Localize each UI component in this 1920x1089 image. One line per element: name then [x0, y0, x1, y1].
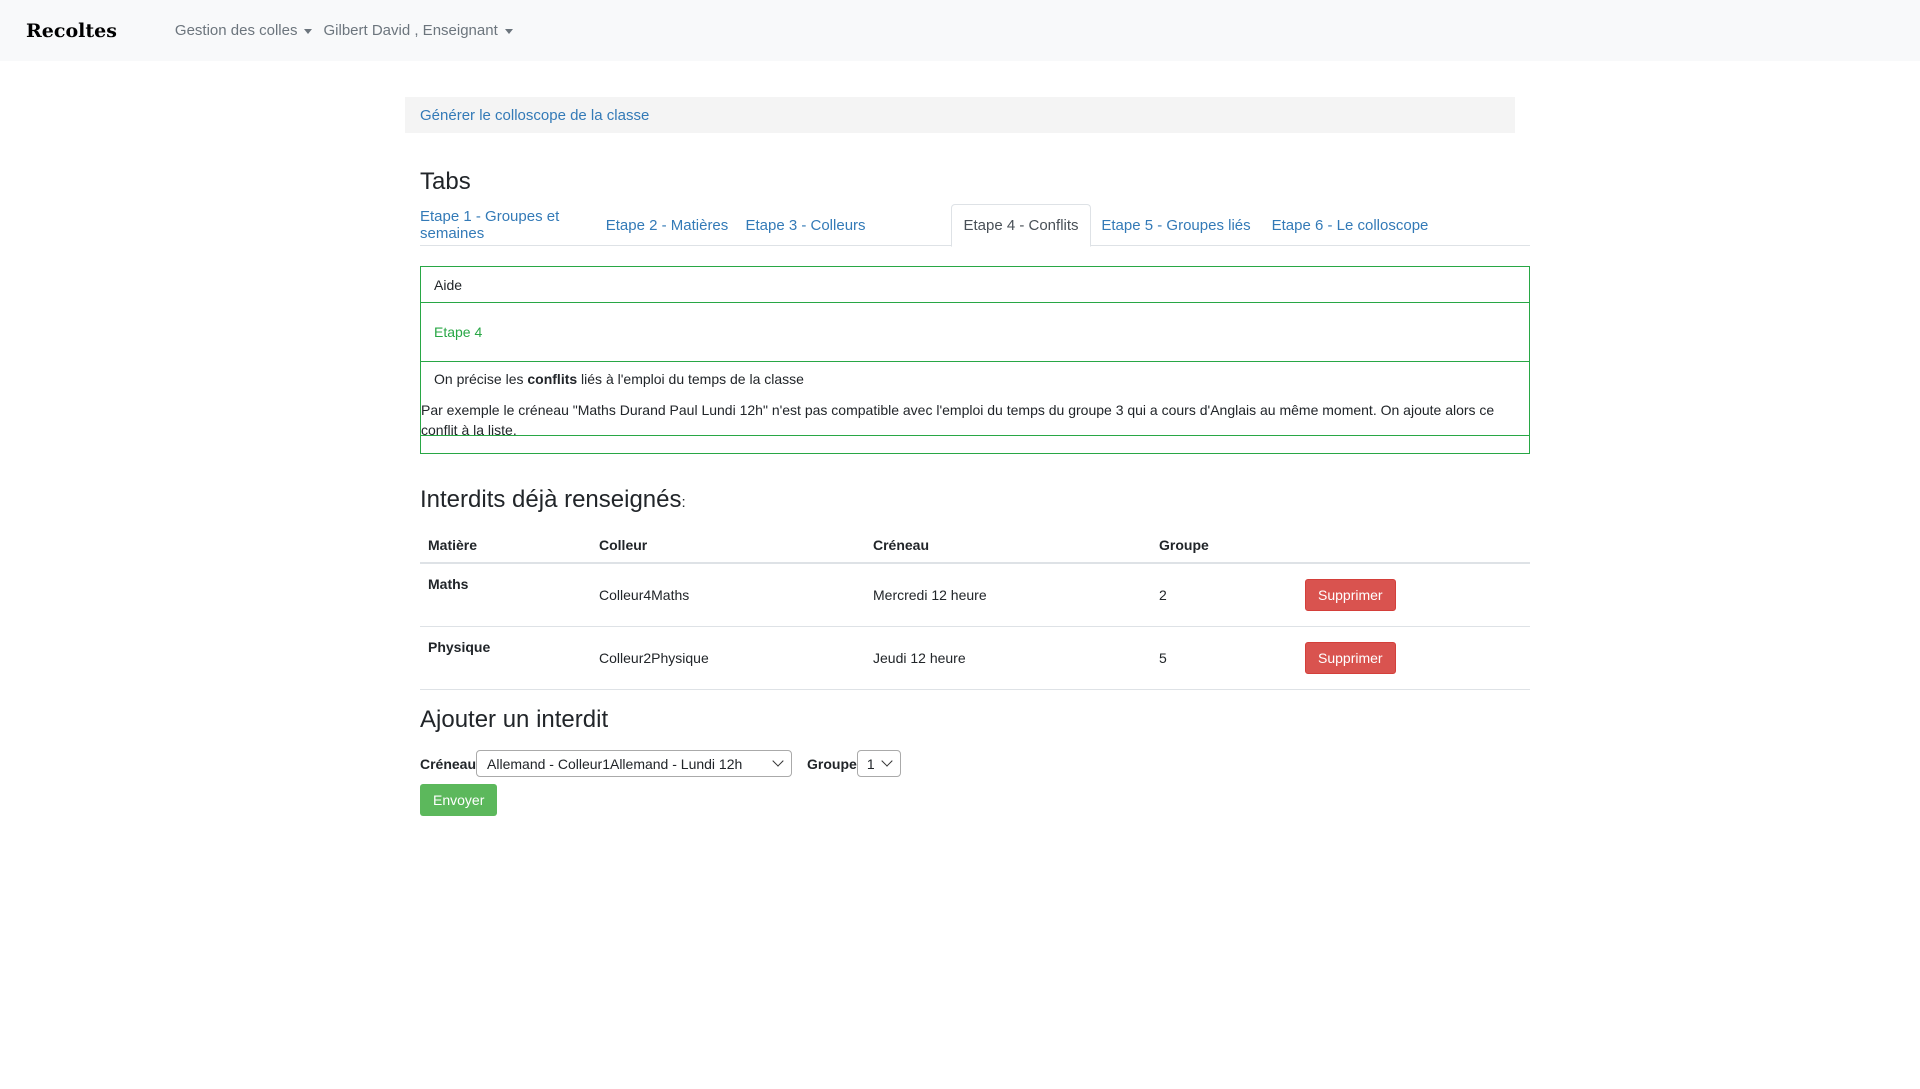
existing-title-text: Interdits déjà renseignés	[420, 486, 682, 513]
menu-gestion-des-colles[interactable]: Gestion des colles	[175, 22, 313, 39]
cell-creneau: Jeudi 12 heure	[865, 626, 1151, 690]
tab-etape-1[interactable]: Etape 1 - Groupes et semaines	[420, 204, 594, 246]
creneau-select[interactable]: Allemand - Colleur1Allemand - Lundi 12h	[476, 750, 793, 777]
groupe-select-value: 1	[866, 755, 875, 772]
tab-etape-3[interactable]: Etape 3 - Colleurs	[740, 204, 871, 246]
delete-button[interactable]: Supprimer	[1305, 642, 1396, 674]
existing-title: Interdits déjà renseignés:	[420, 486, 686, 514]
help-step: Etape 4	[421, 303, 1529, 362]
cell-action: Supprimer	[1297, 563, 1530, 627]
delete-button[interactable]: Supprimer	[1305, 579, 1396, 611]
creneau-select-value: Allemand - Colleur1Allemand - Lundi 12h	[487, 755, 743, 772]
tab-etape-5[interactable]: Etape 5 - Groupes liés	[1091, 204, 1261, 246]
help-line-1-bold: conflits	[527, 371, 578, 387]
col-action	[1297, 528, 1530, 564]
menu-user-label: Gilbert David , Enseignant	[323, 22, 498, 39]
tab-etape-4[interactable]: Etape 4 - Conflits	[951, 204, 1091, 247]
groupe-label: Groupe	[807, 755, 857, 772]
cell-groupe: 5	[1151, 626, 1297, 690]
tab-bar: Etape 1 - Groupes et semaines Etape 2 - …	[420, 204, 1530, 247]
chevron-down-icon	[881, 755, 893, 767]
submit-button[interactable]: Envoyer	[420, 784, 498, 816]
cell-matiere: Physique	[420, 626, 591, 690]
cell-groupe: 2	[1151, 563, 1297, 627]
add-conflict-form: Créneau Allemand - Colleur1Allemand - Lu…	[420, 750, 901, 777]
col-creneau: Créneau	[865, 528, 1151, 564]
help-line-1: On précise les conflits liés à l'emploi …	[434, 371, 804, 387]
chevron-down-icon	[772, 755, 784, 767]
tab-etape-2[interactable]: Etape 2 - Matières	[594, 204, 740, 246]
help-line-1-start: On précise les	[434, 371, 528, 387]
col-matiere: Matière	[420, 528, 591, 564]
cell-creneau: Mercredi 12 heure	[865, 563, 1151, 627]
creneau-label: Créneau	[420, 755, 477, 772]
table-row: Maths Colleur4Maths Mercredi 12 heure 2 …	[420, 563, 1530, 627]
cell-matiere: Maths	[420, 563, 591, 627]
col-colleur: Colleur	[591, 528, 865, 564]
generate-colloscope-link[interactable]: Générer le colloscope de la classe	[420, 107, 649, 124]
cell-colleur: Colleur4Maths	[591, 563, 865, 627]
help-body: On précise les conflits liés à l'emploi …	[421, 362, 1529, 438]
table-row: Physique Colleur2Physique Jeudi 12 heure…	[420, 626, 1530, 690]
groupe-select[interactable]: 1	[856, 750, 901, 777]
cell-colleur: Colleur2Physique	[591, 626, 865, 690]
help-panel: Aide Etape 4 On précise les conflits lié…	[420, 266, 1530, 454]
menu-gestion-label: Gestion des colles	[174, 22, 298, 39]
conflicts-table: Matière Colleur Créneau Groupe Maths Col…	[420, 528, 1530, 690]
tabs-title: Tabs	[420, 168, 471, 195]
menu-user[interactable]: Gilbert David , Enseignant	[323, 22, 513, 39]
help-header: Aide	[421, 267, 1529, 303]
help-line-2: Par exemple le créneau "Maths Durand Pau…	[421, 402, 1495, 438]
top-navbar: Recoltes Gestion des colles Gilbert Davi…	[0, 0, 1920, 61]
caret-down-icon	[304, 29, 313, 34]
brand-logo[interactable]: Recoltes	[26, 20, 117, 42]
col-groupe: Groupe	[1151, 528, 1297, 564]
tab-etape-6[interactable]: Etape 6 - Le colloscope	[1261, 204, 1439, 246]
caret-down-icon	[504, 29, 513, 34]
add-title: Ajouter un interdit	[420, 706, 609, 733]
generate-bar: Générer le colloscope de la classe	[405, 97, 1515, 133]
cell-action: Supprimer	[1297, 626, 1530, 690]
help-line-1-end: liés à l'emploi du temps de la classe	[577, 371, 804, 387]
table-header-row: Matière Colleur Créneau Groupe	[420, 528, 1530, 564]
existing-title-colon: :	[681, 494, 686, 511]
